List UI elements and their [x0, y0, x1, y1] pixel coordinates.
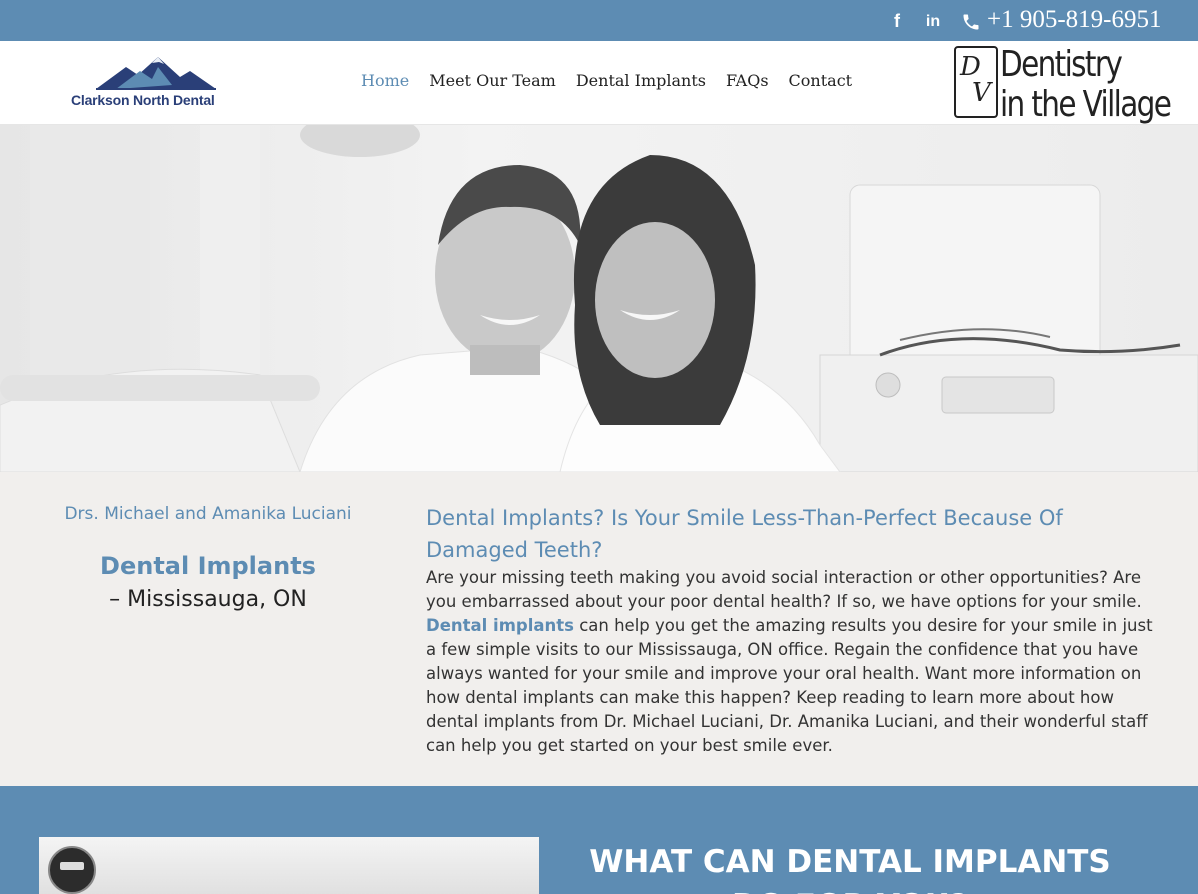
top-bar: f in +1 905-819-6951	[0, 0, 1198, 41]
phone-icon	[963, 14, 979, 30]
nav-home[interactable]: Home	[361, 70, 409, 92]
section-heading: WHAT CAN DENTAL IMPLANTS DO FOR YOU?	[589, 844, 1111, 894]
main-nav: Home Meet Our Team Dental Implants FAQs …	[361, 70, 852, 92]
linkedin-icon[interactable]: in	[924, 13, 942, 31]
nav-faqs[interactable]: FAQs	[726, 70, 769, 92]
left-subtitle: – Mississauga, ON	[109, 587, 307, 612]
facebook-icon[interactable]: f	[890, 12, 904, 30]
para-text-after: can help you get the amazing results you…	[426, 616, 1153, 755]
nav-meet-our-team[interactable]: Meet Our Team	[429, 70, 556, 92]
para-text-before: Are your missing teeth making you avoid …	[426, 568, 1142, 611]
clarkson-north-dental-logo[interactable]: Clarkson North Dental	[68, 55, 238, 111]
hero-image	[0, 125, 1198, 472]
site-header: Clarkson North Dental Home Meet Our Team…	[0, 41, 1198, 125]
what-can-implants-section: WHAT CAN DENTAL IMPLANTS DO FOR YOU?	[0, 786, 1198, 894]
dentistry-in-the-village-logo[interactable]: D V Dentistry in the Village	[954, 44, 1172, 125]
dental-implants-link[interactable]: Dental implants	[426, 616, 574, 635]
nav-dental-implants[interactable]: Dental Implants	[576, 70, 706, 92]
hero-photo	[0, 125, 1198, 472]
logo-left-text: Clarkson North Dental	[71, 92, 215, 108]
logo-right-line2: in the Village	[1000, 84, 1172, 125]
monogram-v: V	[972, 78, 991, 108]
dv-monogram: D V	[954, 46, 998, 118]
intro-paragraph: Are your missing teeth making you avoid …	[426, 566, 1156, 758]
video-channel-logo-icon	[48, 846, 96, 894]
nav-contact[interactable]: Contact	[789, 70, 853, 92]
phone-link[interactable]: +1 905-819-6951	[987, 4, 1162, 36]
video-thumbnail[interactable]	[39, 837, 539, 894]
intro-heading: Dental Implants? Is Your Smile Less-Than…	[426, 506, 1063, 562]
doctors-names: Drs. Michael and Amanika Luciani	[64, 504, 352, 524]
intro-section: Drs. Michael and Amanika Luciani Dental …	[0, 472, 1198, 786]
mountain-logo-icon	[96, 57, 216, 90]
left-title: Dental Implants	[100, 552, 316, 580]
logo-right-line1: Dentistry	[1000, 44, 1123, 85]
